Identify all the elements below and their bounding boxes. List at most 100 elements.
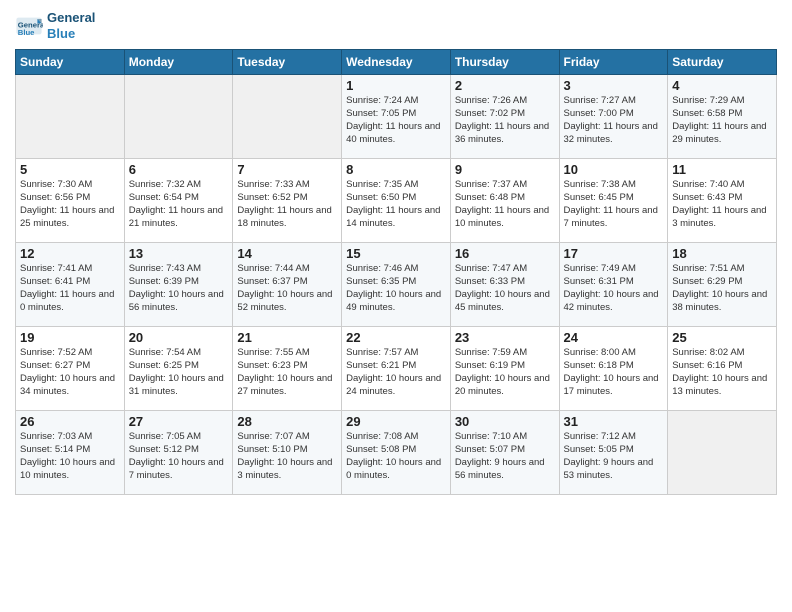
day-number: 3 — [564, 78, 664, 93]
day-info: Sunrise: 7:43 AM Sunset: 6:39 PM Dayligh… — [129, 263, 229, 314]
day-number: 26 — [20, 414, 120, 429]
day-info: Sunrise: 7:51 AM Sunset: 6:29 PM Dayligh… — [672, 263, 772, 314]
day-info: Sunrise: 7:52 AM Sunset: 6:27 PM Dayligh… — [20, 347, 120, 398]
day-info: Sunrise: 7:26 AM Sunset: 7:02 PM Dayligh… — [455, 95, 555, 146]
calendar-cell: 22 Sunrise: 7:57 AM Sunset: 6:21 PM Dayli… — [342, 327, 451, 411]
calendar-cell: 21Sunrise: 7:55 AM Sunset: 6:23 PM Dayli… — [233, 327, 342, 411]
calendar-cell: 28Sunrise: 7:07 AM Sunset: 5:10 PM Dayli… — [233, 411, 342, 495]
day-number: 11 — [672, 162, 772, 177]
day-number: 30 — [455, 414, 555, 429]
calendar-cell: 7 Sunrise: 7:33 AM Sunset: 6:52 PM Daylig… — [233, 159, 342, 243]
calendar-cell — [233, 75, 342, 159]
week-row-5: 26 Sunrise: 7:03 AM Sunset: 5:14 PM Dayli… — [16, 411, 777, 495]
day-number: 29 — [346, 414, 446, 429]
calendar-cell: 30 Sunrise: 7:10 AM Sunset: 5:07 PM Dayli… — [450, 411, 559, 495]
day-info: Sunrise: 7:47 AM Sunset: 6:33 PM Dayligh… — [455, 263, 555, 314]
day-number: 1 — [346, 78, 446, 93]
header: General Blue General Blue — [15, 10, 777, 41]
day-number: 24 — [564, 330, 664, 345]
svg-text:Blue: Blue — [18, 28, 35, 37]
weekday-header-row: SundayMondayTuesdayWednesdayThursdayFrid… — [16, 50, 777, 75]
day-info: Sunrise: 7:27 AM Sunset: 7:00 PM Dayligh… — [564, 95, 664, 146]
week-row-2: 5 Sunrise: 7:30 AM Sunset: 6:56 PM Daylig… — [16, 159, 777, 243]
day-info: Sunrise: 8:00 AM Sunset: 6:18 PM Dayligh… — [564, 347, 664, 398]
day-number: 23 — [455, 330, 555, 345]
day-info: Sunrise: 7:07 AM Sunset: 5:10 PM Dayligh… — [237, 431, 337, 482]
day-number: 22 — [346, 330, 446, 345]
weekday-header-thursday: Thursday — [450, 50, 559, 75]
day-number: 16 — [455, 246, 555, 261]
calendar-cell — [16, 75, 125, 159]
calendar-cell: 31 Sunrise: 7:12 AM Sunset: 5:05 PM Dayli… — [559, 411, 668, 495]
calendar-cell: 10 Sunrise: 7:38 AM Sunset: 6:45 PM Dayli… — [559, 159, 668, 243]
calendar-cell — [668, 411, 777, 495]
day-info: Sunrise: 7:29 AM Sunset: 6:58 PM Dayligh… — [672, 95, 772, 146]
calendar-cell: 25Sunrise: 8:02 AM Sunset: 6:16 PM Dayli… — [668, 327, 777, 411]
day-info: Sunrise: 7:44 AM Sunset: 6:37 PM Dayligh… — [237, 263, 337, 314]
day-info: Sunrise: 7:46 AM Sunset: 6:35 PM Dayligh… — [346, 263, 446, 314]
page: General Blue General Blue SundayMondayTu… — [0, 0, 792, 612]
day-info: Sunrise: 7:10 AM Sunset: 5:07 PM Dayligh… — [455, 431, 555, 482]
week-row-4: 19Sunrise: 7:52 AM Sunset: 6:27 PM Dayli… — [16, 327, 777, 411]
weekday-header-wednesday: Wednesday — [342, 50, 451, 75]
day-number: 27 — [129, 414, 229, 429]
calendar-cell: 14 Sunrise: 7:44 AM Sunset: 6:37 PM Dayli… — [233, 243, 342, 327]
calendar-cell: 1Sunrise: 7:24 AM Sunset: 7:05 PM Daylig… — [342, 75, 451, 159]
day-info: Sunrise: 7:35 AM Sunset: 6:50 PM Dayligh… — [346, 179, 446, 230]
day-info: Sunrise: 7:55 AM Sunset: 6:23 PM Dayligh… — [237, 347, 337, 398]
logo-icon: General Blue — [15, 12, 43, 40]
day-number: 10 — [564, 162, 664, 177]
calendar-cell: 27 Sunrise: 7:05 AM Sunset: 5:12 PM Dayli… — [124, 411, 233, 495]
day-info: Sunrise: 7:37 AM Sunset: 6:48 PM Dayligh… — [455, 179, 555, 230]
logo-text: General Blue — [47, 10, 95, 41]
calendar-cell: 4 Sunrise: 7:29 AM Sunset: 6:58 PM Daylig… — [668, 75, 777, 159]
day-number: 9 — [455, 162, 555, 177]
calendar-cell: 12 Sunrise: 7:41 AM Sunset: 6:41 PM Dayli… — [16, 243, 125, 327]
calendar-cell: 26 Sunrise: 7:03 AM Sunset: 5:14 PM Dayli… — [16, 411, 125, 495]
calendar-cell: 15Sunrise: 7:46 AM Sunset: 6:35 PM Dayli… — [342, 243, 451, 327]
day-info: Sunrise: 7:40 AM Sunset: 6:43 PM Dayligh… — [672, 179, 772, 230]
weekday-header-saturday: Saturday — [668, 50, 777, 75]
weekday-header-tuesday: Tuesday — [233, 50, 342, 75]
day-number: 7 — [237, 162, 337, 177]
day-info: Sunrise: 7:12 AM Sunset: 5:05 PM Dayligh… — [564, 431, 664, 482]
calendar: SundayMondayTuesdayWednesdayThursdayFrid… — [15, 49, 777, 495]
day-number: 31 — [564, 414, 664, 429]
day-info: Sunrise: 7:57 AM Sunset: 6:21 PM Dayligh… — [346, 347, 446, 398]
day-number: 4 — [672, 78, 772, 93]
day-number: 14 — [237, 246, 337, 261]
day-info: Sunrise: 7:30 AM Sunset: 6:56 PM Dayligh… — [20, 179, 120, 230]
day-number: 13 — [129, 246, 229, 261]
calendar-cell: 20Sunrise: 7:54 AM Sunset: 6:25 PM Dayli… — [124, 327, 233, 411]
day-number: 17 — [564, 246, 664, 261]
calendar-cell: 16 Sunrise: 7:47 AM Sunset: 6:33 PM Dayli… — [450, 243, 559, 327]
calendar-cell: 11 Sunrise: 7:40 AM Sunset: 6:43 PM Dayli… — [668, 159, 777, 243]
calendar-cell: 23 Sunrise: 7:59 AM Sunset: 6:19 PM Dayli… — [450, 327, 559, 411]
day-info: Sunrise: 7:08 AM Sunset: 5:08 PM Dayligh… — [346, 431, 446, 482]
day-number: 12 — [20, 246, 120, 261]
calendar-cell: 8Sunrise: 7:35 AM Sunset: 6:50 PM Daylig… — [342, 159, 451, 243]
weekday-header-friday: Friday — [559, 50, 668, 75]
calendar-cell: 19Sunrise: 7:52 AM Sunset: 6:27 PM Dayli… — [16, 327, 125, 411]
calendar-cell: 9 Sunrise: 7:37 AM Sunset: 6:48 PM Daylig… — [450, 159, 559, 243]
day-info: Sunrise: 7:32 AM Sunset: 6:54 PM Dayligh… — [129, 179, 229, 230]
weekday-header-monday: Monday — [124, 50, 233, 75]
calendar-cell: 24 Sunrise: 8:00 AM Sunset: 6:18 PM Dayli… — [559, 327, 668, 411]
day-number: 5 — [20, 162, 120, 177]
calendar-cell: 3 Sunrise: 7:27 AM Sunset: 7:00 PM Daylig… — [559, 75, 668, 159]
day-info: Sunrise: 7:38 AM Sunset: 6:45 PM Dayligh… — [564, 179, 664, 230]
day-number: 18 — [672, 246, 772, 261]
weekday-header-sunday: Sunday — [16, 50, 125, 75]
day-number: 6 — [129, 162, 229, 177]
calendar-cell: 18 Sunrise: 7:51 AM Sunset: 6:29 PM Dayli… — [668, 243, 777, 327]
day-info: Sunrise: 7:49 AM Sunset: 6:31 PM Dayligh… — [564, 263, 664, 314]
day-info: Sunrise: 7:41 AM Sunset: 6:41 PM Dayligh… — [20, 263, 120, 314]
logo: General Blue General Blue — [15, 10, 95, 41]
day-info: Sunrise: 7:33 AM Sunset: 6:52 PM Dayligh… — [237, 179, 337, 230]
day-info: Sunrise: 7:05 AM Sunset: 5:12 PM Dayligh… — [129, 431, 229, 482]
day-info: Sunrise: 7:59 AM Sunset: 6:19 PM Dayligh… — [455, 347, 555, 398]
day-number: 2 — [455, 78, 555, 93]
calendar-cell: 2 Sunrise: 7:26 AM Sunset: 7:02 PM Daylig… — [450, 75, 559, 159]
day-info: Sunrise: 7:03 AM Sunset: 5:14 PM Dayligh… — [20, 431, 120, 482]
calendar-cell: 6 Sunrise: 7:32 AM Sunset: 6:54 PM Daylig… — [124, 159, 233, 243]
